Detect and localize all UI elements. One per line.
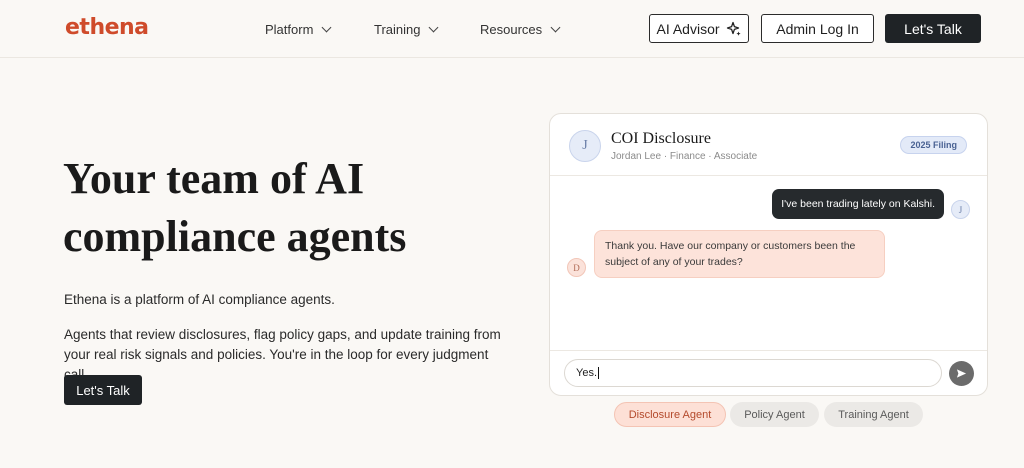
avatar: J: [569, 130, 601, 162]
nav-training[interactable]: Training: [374, 0, 439, 58]
chat-header: J COI Disclosure Jordan Lee · Finance · …: [550, 114, 987, 176]
message-input[interactable]: Yes.: [564, 359, 942, 387]
text-caret: [598, 367, 600, 379]
hero-intro: Ethena is a platform of AI compliance ag…: [64, 292, 335, 307]
chevron-down-icon: [321, 22, 332, 32]
hero-title: Your team of AI compliance agents: [63, 154, 407, 261]
site-header: ethena Platform Training Resources AI Ad…: [0, 0, 1024, 58]
nav-training-label: Training: [374, 21, 421, 37]
chat-title: COI Disclosure: [611, 130, 711, 147]
status-badge: 2025 Filing: [900, 136, 967, 154]
chat-card: J COI Disclosure Jordan Lee · Finance · …: [549, 113, 988, 396]
ai-advisor-button[interactable]: AI Advisor: [649, 14, 749, 43]
tab-training-agent[interactable]: Training Agent: [824, 402, 923, 427]
message-composer: Yes.: [550, 350, 987, 395]
chevron-down-icon: [550, 22, 561, 32]
ai-advisor-label: AI Advisor: [656, 20, 720, 37]
nav-platform-label: Platform: [265, 21, 314, 37]
nav-platform[interactable]: Platform: [265, 0, 332, 58]
message-input-value: Yes.: [576, 367, 598, 379]
ethena-logo[interactable]: ethena: [65, 15, 149, 40]
admin-login-button[interactable]: Admin Log In: [761, 14, 874, 43]
sparkle-icon: [726, 21, 741, 36]
send-button[interactable]: [949, 361, 974, 386]
send-icon: [956, 369, 967, 378]
chat-subtitle: Jordan Lee · Finance · Associate: [611, 151, 758, 162]
agent-avatar: D: [567, 258, 586, 277]
nav-resources[interactable]: Resources: [480, 0, 561, 58]
chevron-down-icon: [429, 22, 439, 32]
tab-disclosure-agent[interactable]: Disclosure Agent: [614, 402, 726, 427]
lets-talk-hero-button[interactable]: Let's Talk: [64, 375, 142, 405]
tab-policy-agent[interactable]: Policy Agent: [730, 402, 819, 427]
user-message: I've been trading lately on Kalshi.: [772, 189, 944, 219]
nav-resources-label: Resources: [480, 21, 543, 37]
user-avatar: J: [951, 200, 970, 219]
lets-talk-header-button[interactable]: Let's Talk: [885, 14, 981, 43]
agent-message: Thank you. Have our company or customers…: [594, 230, 885, 278]
